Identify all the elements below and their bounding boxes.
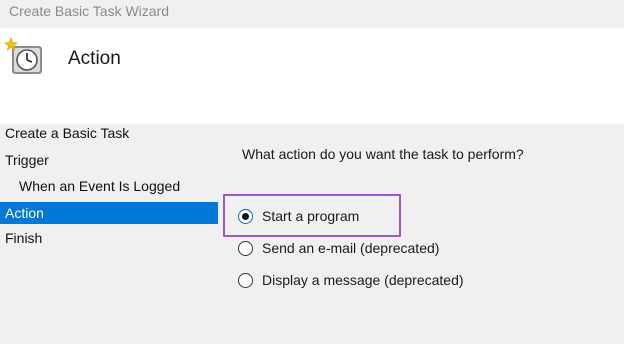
window-title: Create Basic Task Wizard — [9, 3, 170, 19]
action-question: What action do you want the task to perf… — [242, 146, 524, 162]
title-bar: Create Basic Task Wizard — [0, 0, 624, 28]
step-trigger[interactable]: Trigger — [0, 149, 218, 171]
radio-send-email[interactable] — [238, 240, 253, 256]
radio-display-message[interactable] — [238, 272, 253, 288]
step-action[interactable]: Action — [0, 202, 218, 224]
wizard-window: Create Basic Task Wizard Action Create a… — [0, 0, 624, 344]
radio-start-program[interactable] — [238, 208, 253, 224]
wizard-steps: Create a Basic Task Trigger When an Even… — [0, 124, 218, 344]
option-start-program-label: Start a program — [262, 208, 360, 224]
option-display-message-label: Display a message (deprecated) — [262, 272, 464, 288]
option-send-email-label: Send an e-mail (deprecated) — [262, 240, 440, 256]
option-start-program[interactable]: Start a program — [238, 206, 359, 226]
action-panel: What action do you want the task to perf… — [218, 124, 624, 344]
wizard-header: Action — [0, 28, 624, 124]
clock-icon — [4, 37, 42, 74]
step-when-event-logged[interactable]: When an Event Is Logged — [0, 175, 218, 197]
option-send-email[interactable]: Send an e-mail (deprecated) — [238, 238, 439, 258]
option-display-message[interactable]: Display a message (deprecated) — [238, 270, 464, 290]
step-create-basic-task[interactable]: Create a Basic Task — [0, 122, 218, 144]
page-title: Action — [68, 48, 121, 69]
step-finish[interactable]: Finish — [0, 227, 218, 249]
